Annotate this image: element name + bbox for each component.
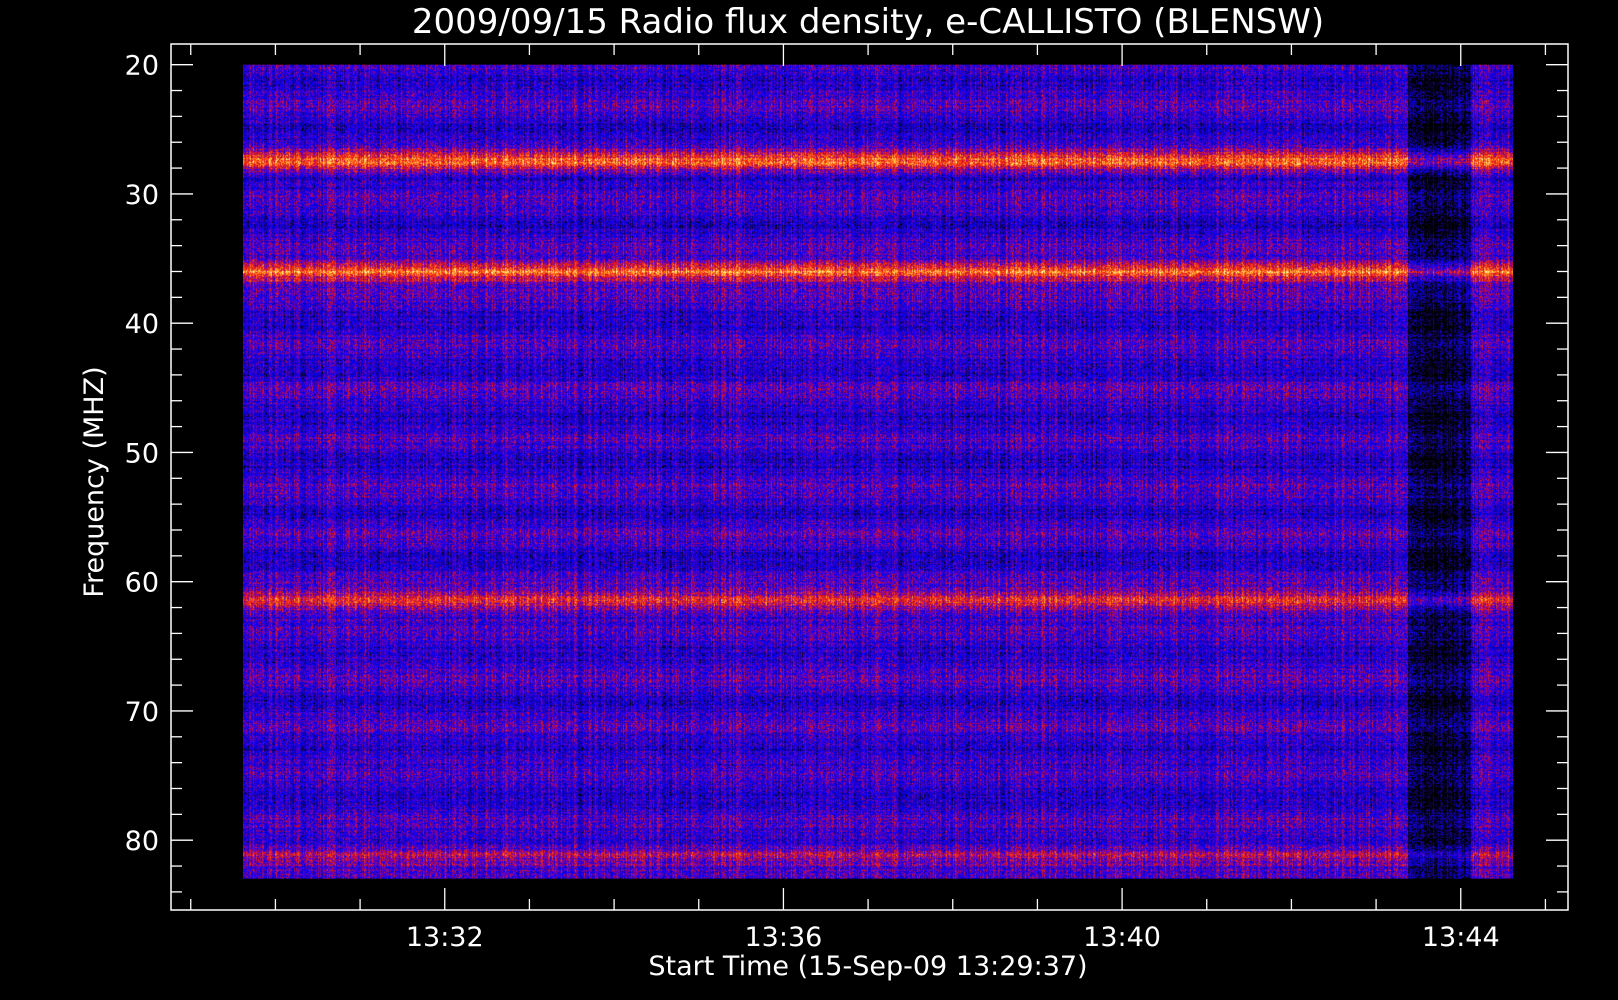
x-tick-label: 13:36 (745, 922, 823, 953)
y-tick-label: 20 (125, 51, 159, 82)
y-tick-label: 50 (125, 438, 159, 469)
x-tick-label: 13:40 (1083, 922, 1161, 953)
chart-title: 2009/09/15 Radio flux density, e-CALLIST… (412, 2, 1324, 42)
y-tick-label: 40 (125, 309, 159, 340)
y-tick-label: 60 (125, 568, 159, 599)
spectrogram-figure: 2009/09/15 Radio flux density, e-CALLIST… (79, 2, 1569, 982)
y-tick-label: 80 (125, 826, 159, 857)
x-axis-label: Start Time (15-Sep-09 13:29:37) (648, 951, 1087, 982)
y-tick-label: 70 (125, 697, 159, 728)
spectrogram-image (242, 64, 1513, 879)
spectrogram-heatmap (242, 64, 1513, 879)
x-tick-label: 13:44 (1422, 922, 1500, 953)
y-tick-label: 30 (125, 180, 159, 211)
x-tick-label: 13:32 (406, 922, 484, 953)
y-axis-label: Frequency (MHZ) (79, 366, 110, 597)
